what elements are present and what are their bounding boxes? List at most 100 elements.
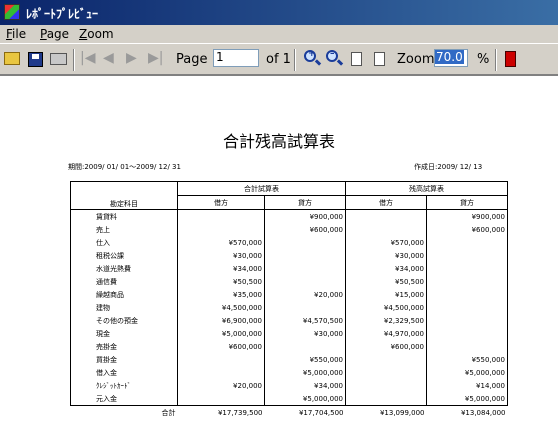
table-row: ｸﾚｼﾞｯﾄｶｰﾄﾞ ¥20,000 ¥34,000 ¥14,000 bbox=[70, 379, 508, 392]
print-icon[interactable] bbox=[50, 53, 67, 65]
total-balance-debit: ¥13,099,000 bbox=[379, 408, 425, 417]
table-row: 通信費 ¥50,500 ¥50,500 bbox=[70, 275, 508, 288]
app-icon bbox=[4, 4, 20, 20]
report-period: 期間:2009/ 01/ 01～2009/ 12/ 31 bbox=[68, 163, 181, 171]
balance-credit-cell: ¥5,000,000 bbox=[426, 392, 508, 406]
table-row: 建物 ¥4,500,000 ¥4,500,000 bbox=[70, 301, 508, 314]
open-folder-icon[interactable] bbox=[4, 52, 20, 65]
menu-zoom-label: oom bbox=[87, 27, 114, 41]
report-viewport[interactable]: 合計残高試算表 期間:2009/ 01/ 01～2009/ 12/ 31 作成日… bbox=[0, 75, 558, 445]
table-header-row: 勘定科目 合計試算表 残高試算表 bbox=[70, 181, 508, 210]
page-count-label: of 1 bbox=[266, 52, 291, 67]
balance-debit-cell: ¥34,000 bbox=[345, 262, 427, 275]
table-row: 売掛金 ¥600,000 ¥600,000 bbox=[70, 340, 508, 353]
save-icon[interactable] bbox=[28, 52, 43, 67]
balance-credit-cell bbox=[426, 249, 508, 262]
total-credit-cell: ¥600,000 bbox=[264, 223, 346, 236]
zoom-in-icon[interactable]: + bbox=[304, 49, 316, 62]
account-cell: 売掛金 bbox=[70, 340, 178, 353]
total-total-debit: ¥17,739,500 bbox=[217, 408, 263, 417]
menu-page[interactable]: Page bbox=[40, 27, 69, 41]
total-debit-cell: ¥6,900,000 bbox=[177, 314, 265, 327]
toolbar-separator bbox=[73, 49, 75, 71]
table-row: 売上 ¥600,000 ¥600,000 bbox=[70, 223, 508, 236]
first-page-icon[interactable]: |◀ bbox=[80, 50, 95, 66]
account-cell: 仕入 bbox=[70, 236, 178, 249]
header-balance-credit: 貸方 bbox=[426, 195, 508, 210]
window-title: ﾚﾎﾟｰﾄﾌﾟﾚﾋﾞｭｰ bbox=[26, 7, 99, 21]
account-cell: ｸﾚｼﾞｯﾄｶｰﾄﾞ bbox=[70, 379, 178, 392]
menu-file[interactable]: File bbox=[6, 27, 26, 41]
zoom-value: 70.0 bbox=[435, 50, 464, 64]
table-row: 現金 ¥5,000,000 ¥30,000 ¥4,970,000 bbox=[70, 327, 508, 340]
account-cell: 水道光熱費 bbox=[70, 262, 178, 275]
header-total-debit: 借方 bbox=[177, 195, 265, 210]
zoom-input[interactable]: 70.0 bbox=[434, 49, 468, 67]
page-icon[interactable] bbox=[374, 52, 385, 66]
header-account: 勘定科目 bbox=[70, 181, 178, 210]
balance-credit-cell bbox=[426, 275, 508, 288]
header-total-trial-balance: 合計試算表 bbox=[177, 181, 346, 196]
last-page-icon[interactable]: ▶| bbox=[148, 50, 163, 66]
total-credit-cell bbox=[264, 340, 346, 353]
account-cell: その他の預金 bbox=[70, 314, 178, 327]
account-cell: 賃貸料 bbox=[70, 209, 178, 223]
balance-credit-cell bbox=[426, 301, 508, 314]
menu-page-label: age bbox=[46, 27, 70, 41]
prev-page-icon[interactable]: ◀ bbox=[103, 50, 114, 66]
total-credit-cell: ¥550,000 bbox=[264, 353, 346, 366]
total-credit-cell bbox=[264, 275, 346, 288]
page-number-input[interactable]: 1 bbox=[213, 49, 259, 67]
total-debit-cell: ¥600,000 bbox=[177, 340, 265, 353]
menu-zoom-mnemonic: Z bbox=[79, 27, 88, 41]
total-debit-cell: ¥570,000 bbox=[177, 236, 265, 249]
total-credit-cell: ¥5,000,000 bbox=[264, 392, 346, 406]
balance-credit-cell: ¥5,000,000 bbox=[426, 366, 508, 379]
table-row: 繰越商品 ¥35,000 ¥20,000 ¥15,000 bbox=[70, 288, 508, 301]
balance-debit-cell bbox=[345, 353, 427, 366]
menu-bar: File Page Zoom bbox=[0, 25, 558, 43]
menu-page-mnemonic: P bbox=[40, 27, 47, 41]
menu-zoom[interactable]: Zoom bbox=[79, 27, 114, 41]
zoom-label: Zoom bbox=[397, 52, 435, 67]
total-credit-cell bbox=[264, 301, 346, 314]
balance-credit-cell bbox=[426, 262, 508, 275]
table-row: 租税公課 ¥30,000 ¥30,000 bbox=[70, 249, 508, 262]
toolbar: |◀ ◀ ▶ ▶| Page of 1 + – Zoom % bbox=[0, 43, 558, 75]
exit-icon[interactable] bbox=[505, 51, 516, 67]
account-cell: 売上 bbox=[70, 223, 178, 236]
total-credit-cell: ¥4,570,500 bbox=[264, 314, 346, 327]
percent-label: % bbox=[477, 52, 490, 67]
balance-credit-cell bbox=[426, 288, 508, 301]
total-debit-cell bbox=[177, 392, 265, 406]
balance-debit-cell bbox=[345, 209, 427, 223]
balance-credit-cell: ¥900,000 bbox=[426, 209, 508, 223]
total-debit-cell bbox=[177, 353, 265, 366]
total-credit-cell: ¥5,000,000 bbox=[264, 366, 346, 379]
table-row: 水道光熱費 ¥34,000 ¥34,000 bbox=[70, 262, 508, 275]
total-row: 合計 ¥17,739,500 ¥17,704,500 ¥13,099,000 ¥… bbox=[71, 406, 508, 420]
balance-debit-cell: ¥600,000 bbox=[345, 340, 427, 353]
menu-file-label: ile bbox=[12, 27, 27, 41]
total-credit-cell: ¥34,000 bbox=[264, 379, 346, 392]
zoom-out-icon[interactable]: – bbox=[326, 49, 338, 62]
total-debit-cell bbox=[177, 209, 265, 223]
total-credit-cell: ¥20,000 bbox=[264, 288, 346, 301]
total-debit-cell: ¥35,000 bbox=[177, 288, 265, 301]
total-total-credit: ¥17,704,500 bbox=[298, 408, 344, 417]
total-debit-cell: ¥50,500 bbox=[177, 275, 265, 288]
balance-debit-cell bbox=[345, 379, 427, 392]
total-debit-cell bbox=[177, 223, 265, 236]
total-debit-cell: ¥20,000 bbox=[177, 379, 265, 392]
next-page-icon[interactable]: ▶ bbox=[126, 50, 137, 66]
header-total-credit: 貸方 bbox=[264, 195, 346, 210]
toolbar-separator bbox=[294, 49, 296, 71]
total-balance-credit: ¥13,084,000 bbox=[460, 408, 506, 417]
balance-credit-cell bbox=[426, 236, 508, 249]
fit-page-icon[interactable] bbox=[351, 52, 362, 66]
account-cell: 借入金 bbox=[70, 366, 178, 379]
balance-debit-cell: ¥15,000 bbox=[345, 288, 427, 301]
total-credit-cell bbox=[264, 262, 346, 275]
report-created-date: 作成日:2009/ 12/ 13 bbox=[414, 163, 483, 171]
table-row: 元入金 ¥5,000,000 ¥5,000,000 bbox=[70, 392, 508, 406]
